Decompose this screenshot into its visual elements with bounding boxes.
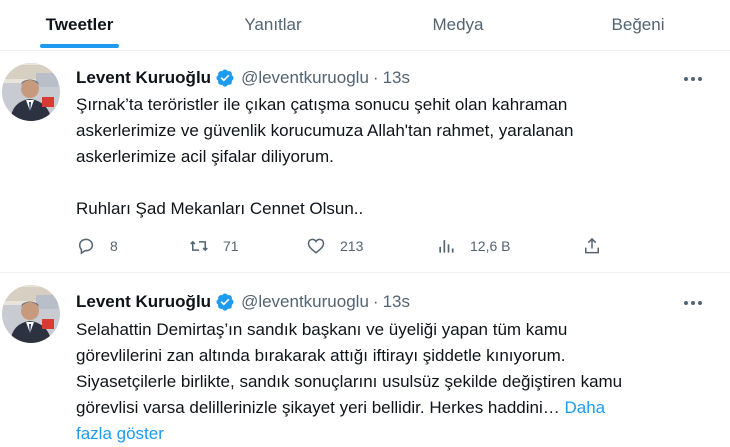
tweet[interactable]: Levent Kuruoğlu @leventkuruoglu · 13s Şı… bbox=[0, 51, 730, 273]
tweet-text-body: Selahattin Demirtaş’ın sandık başkanı ve… bbox=[76, 320, 623, 417]
heart-icon bbox=[307, 238, 325, 254]
active-tab-indicator bbox=[40, 44, 119, 48]
like-count: 213 bbox=[340, 238, 364, 254]
tweet-text: Şırnak’ta teröristler ile çıkan çatışma … bbox=[76, 95, 574, 218]
verified-badge-icon[interactable] bbox=[215, 292, 235, 312]
tweet-actions: 8 71 213 12,6 B bbox=[76, 232, 616, 260]
author-name[interactable]: Levent Kuruoğlu bbox=[76, 68, 211, 88]
tab-likes[interactable]: Beğeni bbox=[602, 0, 674, 50]
avatar[interactable] bbox=[2, 63, 60, 121]
avatar[interactable] bbox=[2, 285, 60, 343]
tweet-header: Levent Kuruoğlu @leventkuruoglu · 13s bbox=[76, 67, 410, 89]
tweet[interactable]: Levent Kuruoğlu @leventkuruoglu · 13s Se… bbox=[0, 273, 730, 447]
share-button[interactable] bbox=[582, 232, 602, 260]
verified-badge-icon[interactable] bbox=[215, 68, 235, 88]
tweet-header: Levent Kuruoğlu @leventkuruoglu · 13s bbox=[76, 291, 410, 313]
tweet-timestamp[interactable]: 13s bbox=[383, 68, 410, 88]
retweet-button[interactable]: 71 bbox=[189, 232, 239, 260]
tab-media[interactable]: Medya bbox=[420, 0, 496, 50]
share-icon bbox=[585, 237, 599, 254]
author-handle[interactable]: @leventkuruoglu bbox=[241, 68, 369, 88]
more-options-icon[interactable] bbox=[682, 68, 704, 90]
author-name[interactable]: Levent Kuruoğlu bbox=[76, 292, 211, 312]
reply-button[interactable]: 8 bbox=[76, 232, 118, 260]
tab-tweets[interactable]: Tweetler bbox=[40, 0, 119, 50]
reply-count: 8 bbox=[110, 238, 118, 254]
separator-dot: · bbox=[372, 292, 379, 311]
tweet-text: Selahattin Demirtaş’ın sandık başkanı ve… bbox=[76, 317, 696, 447]
profile-tabs: Tweetler Yanıtlar Medya Beğeni bbox=[0, 0, 730, 51]
more-options-icon[interactable] bbox=[682, 292, 704, 314]
retweet-icon bbox=[190, 240, 208, 252]
separator-dot: · bbox=[372, 68, 379, 87]
views-chart-icon bbox=[439, 240, 454, 253]
views-count: 12,6 B bbox=[470, 238, 511, 254]
tab-replies[interactable]: Yanıtlar bbox=[232, 0, 314, 50]
reply-icon bbox=[78, 238, 94, 255]
views-button[interactable]: 12,6 B bbox=[436, 232, 510, 260]
retweet-count: 71 bbox=[223, 238, 239, 254]
tweet-timestamp[interactable]: 13s bbox=[383, 292, 410, 312]
like-button[interactable]: 213 bbox=[306, 232, 363, 260]
author-handle[interactable]: @leventkuruoglu bbox=[241, 292, 369, 312]
